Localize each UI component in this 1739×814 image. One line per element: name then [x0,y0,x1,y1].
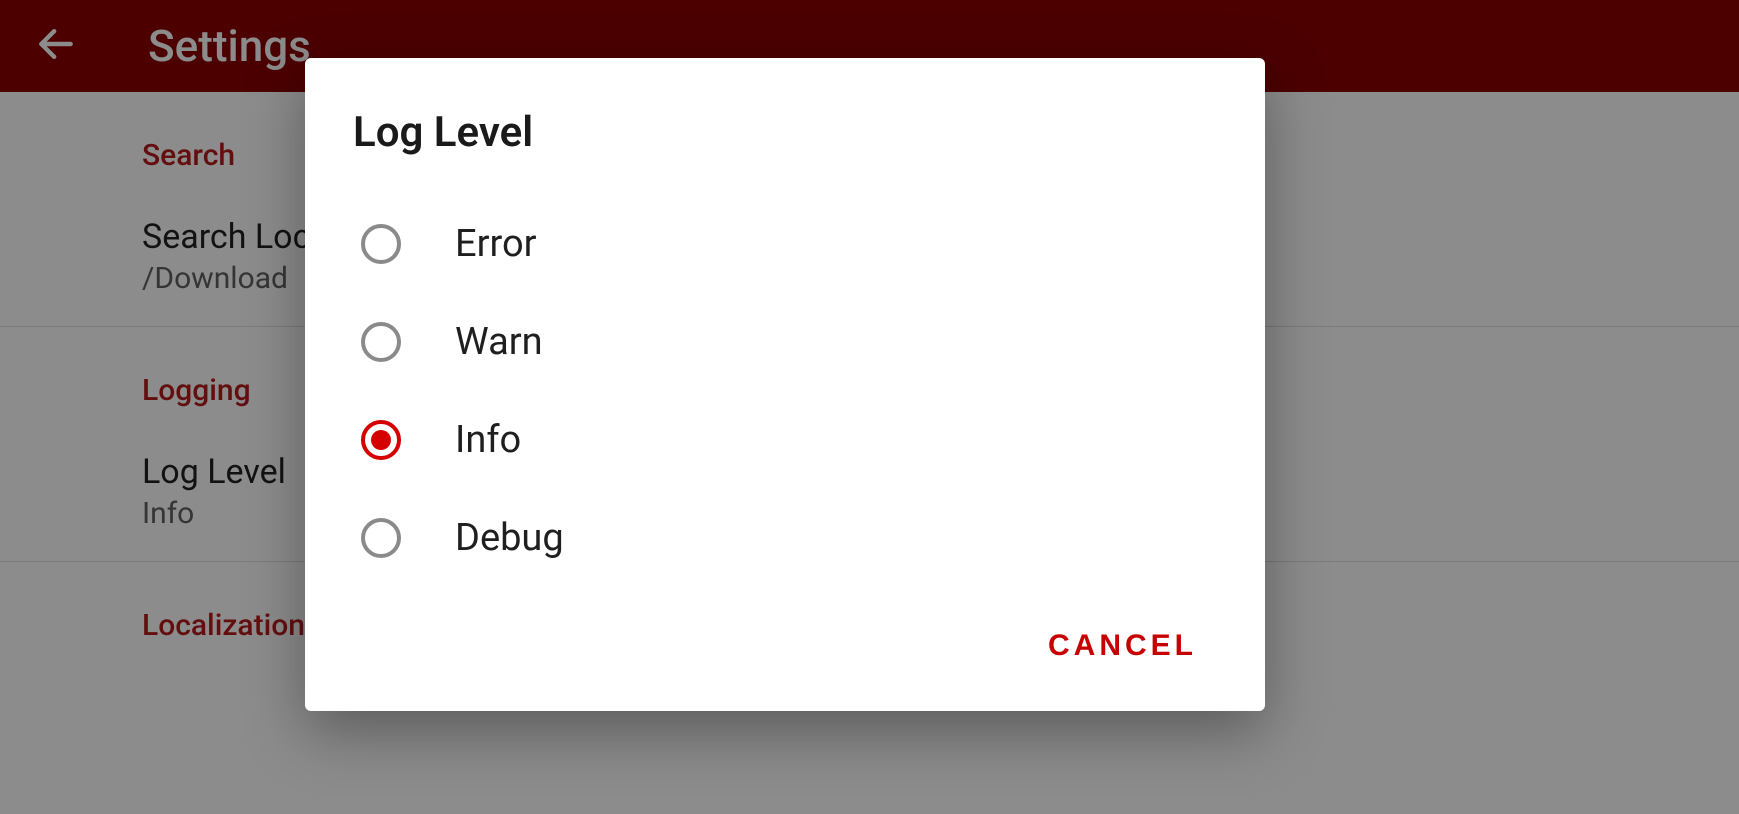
radio-list: Error Warn Info Debug [353,195,1217,587]
radio-option[interactable]: Debug [353,489,1217,587]
radio-option[interactable]: Warn [353,293,1217,391]
dialog-actions: CANCEL [353,617,1217,675]
radio-icon [361,224,401,264]
radio-label: Error [455,222,537,266]
log-level-dialog: Log Level Error Warn Info Debug CANCEL [305,58,1265,711]
dialog-title: Log Level [353,108,1217,157]
radio-icon [361,518,401,558]
radio-label: Debug [455,516,564,560]
radio-option[interactable]: Error [353,195,1217,293]
radio-icon [361,420,401,460]
cancel-button[interactable]: CANCEL [1028,617,1217,675]
radio-label: Warn [455,320,543,364]
radio-option[interactable]: Info [353,391,1217,489]
radio-label: Info [455,418,521,462]
radio-icon [361,322,401,362]
